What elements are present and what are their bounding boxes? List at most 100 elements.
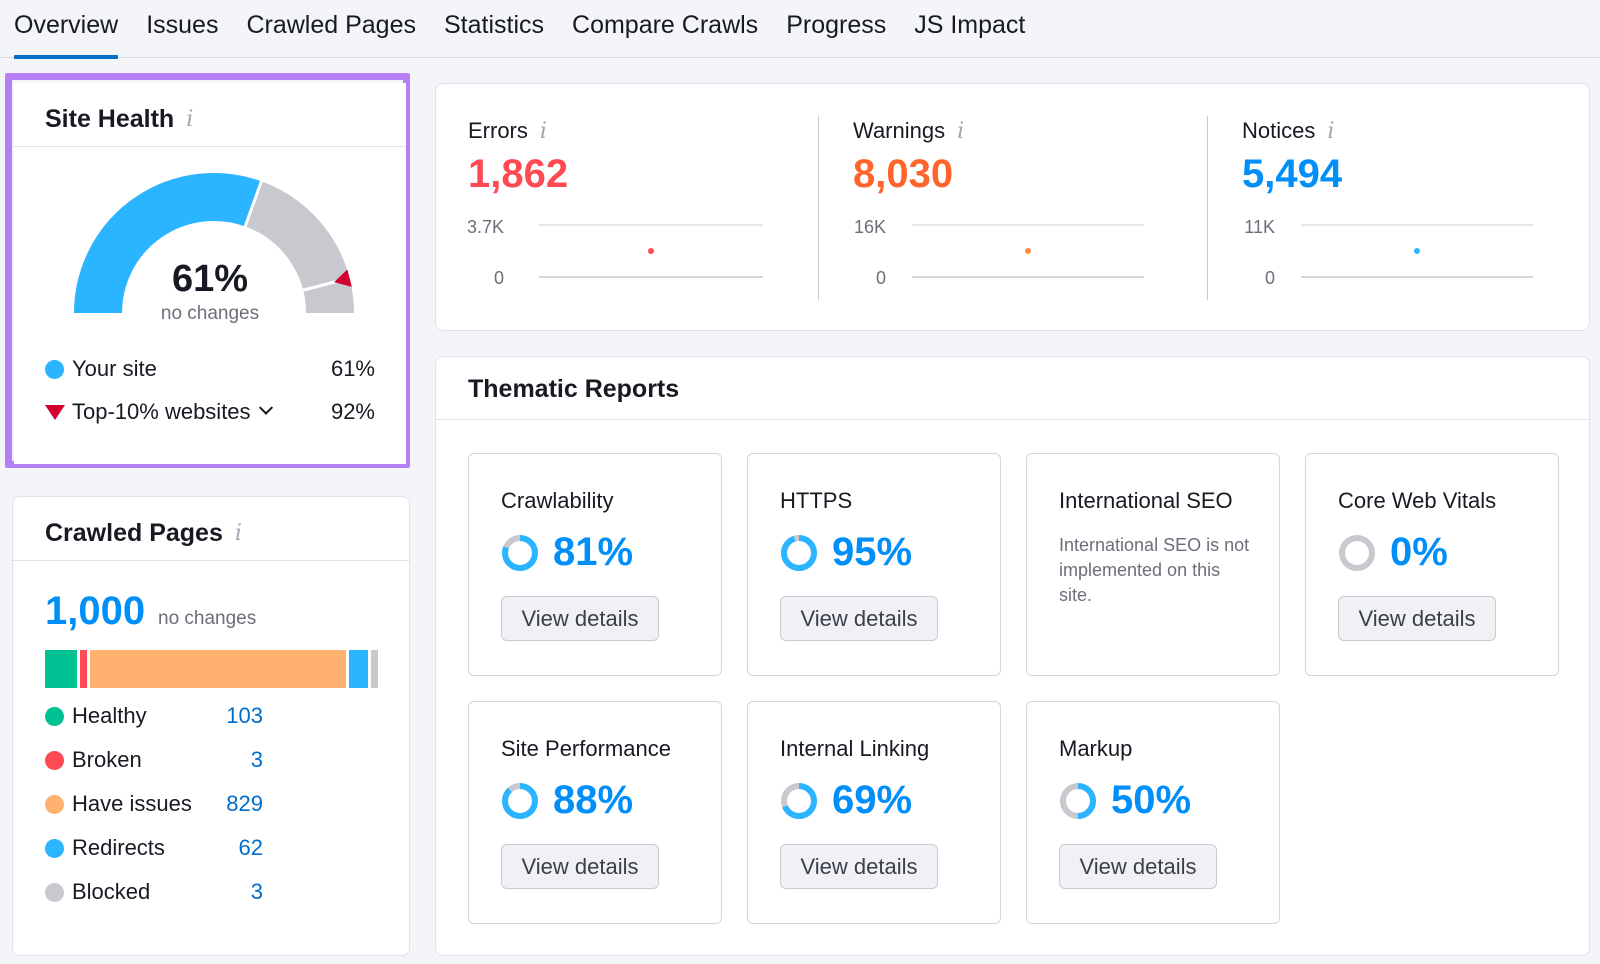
warnings-label: Warnings [853,118,946,143]
bar-segment-healthy[interactable] [45,650,77,688]
gray-dot-icon [45,882,64,902]
tab-statistics[interactable]: Statistics [444,0,544,58]
info-icon[interactable]: i [957,119,964,144]
crawled-pages-subtitle: no changes [158,608,257,629]
report-name: HTTPS [780,488,853,513]
site-health-value: 61% [171,258,249,300]
tab-issues[interactable]: Issues [146,0,218,58]
report-crawlability: Crawlability 81% View details [468,453,722,676]
crawled-pages-total[interactable]: 1,000 [45,589,145,634]
sparkline-point [1025,248,1031,254]
tab-progress[interactable]: Progress [786,0,886,58]
report-note: International SEO is not implemented on … [1059,535,1250,605]
errors-label: Errors [468,118,528,143]
score-ring-icon [1339,534,1375,571]
sparkline-max-label: 16K [853,217,886,237]
status-count[interactable]: 62 [239,835,263,861]
sparkline-min-label: 0 [1264,268,1275,288]
errors-sparkline [539,224,763,278]
view-details-button[interactable]: View details [501,596,659,641]
status-label: Healthy [72,703,147,728]
status-label: Redirects [72,835,165,860]
status-count[interactable]: 3 [251,747,263,773]
nav-tabs: Overview Issues Crawled Pages Statistics… [0,0,1600,59]
view-details-button[interactable]: View details [501,844,659,889]
site-health-title: Site Health [45,104,175,133]
errors-value[interactable]: 1,862 [468,152,568,197]
site-health-card: Site Health i 61% no changes Your site 6… [14,83,406,464]
sparkline-min-label: 0 [493,268,504,288]
view-details-button[interactable]: View details [780,844,938,889]
report-name: International SEO [1059,488,1233,513]
legend-top10: Top-10% websites 92% [45,399,375,425]
legend-label: Your site [72,356,157,381]
bar-segment-have-issues[interactable] [89,650,347,688]
crawled-pages-bar [45,650,378,688]
report-name: Crawlability [501,488,614,513]
info-icon[interactable]: i [1327,119,1334,144]
ring-fill [502,782,538,819]
report-name: Markup [1059,736,1133,761]
divider [436,419,1589,420]
notices-label: Notices [1242,118,1316,143]
report-score: 0% [1390,530,1448,574]
status-row-healthy: Healthy 103 [45,703,263,729]
report-score: 69% [832,778,913,822]
bar-segment-blocked[interactable] [371,650,378,688]
tab-compare-crawls[interactable]: Compare Crawls [572,0,758,58]
score-ring-icon [781,534,817,571]
report-name: Site Performance [501,736,671,761]
status-row-redirects: Redirects 62 [45,835,263,861]
status-count[interactable]: 3 [251,879,263,905]
report-site-performance: Site Performance 88% View details [468,701,722,924]
notices-value[interactable]: 5,494 [1242,152,1342,197]
report-score: 81% [553,530,634,574]
ring-track [1339,534,1375,571]
chevron-down-icon [258,400,273,415]
crawled-pages-card: Crawled Pages i 1,000 no changes Healthy… [12,496,410,956]
sparkline-point [1414,248,1420,254]
report-score: 88% [553,778,634,822]
info-icon[interactable]: i [186,107,193,132]
warnings-section: Warnings i 8,030 16K 0 [818,84,1178,332]
red-dot-icon [45,750,64,770]
tab-overview[interactable]: Overview [14,0,119,59]
tab-crawled-pages[interactable]: Crawled Pages [246,0,416,58]
thematic-reports-card: Thematic Reports Crawlability 81% View d… [435,356,1590,956]
bar-segment-redirects[interactable] [349,650,369,688]
errors-section: Errors i 1,862 3.7K 0 [436,84,796,332]
warnings-value[interactable]: 8,030 [853,152,953,197]
legend-label: Top-10% websites [72,399,251,424]
view-details-button[interactable]: View details [780,596,938,641]
status-count[interactable]: 103 [226,703,263,729]
sparkline-max-label: 3.7K [466,217,504,237]
view-details-button[interactable]: View details [1338,596,1496,641]
notices-section: Notices i 5,494 11K 0 [1207,84,1567,332]
bar-segment-broken[interactable] [79,650,87,688]
notices-sparkline [1301,224,1533,278]
score-ring-icon [502,534,538,571]
score-ring-icon [781,782,817,819]
report-internal-linking: Internal Linking 69% View details [747,701,1001,924]
top10-dropdown[interactable]: Top-10% websites [72,399,273,425]
blue-dot-icon [45,838,64,858]
status-count[interactable]: 829 [226,791,263,817]
tab-js-impact[interactable]: JS Impact [914,0,1025,58]
info-icon[interactable]: i [540,119,547,144]
orange-dot-icon [45,794,64,814]
status-label: Have issues [72,791,192,816]
report-https: HTTPS 95% View details [747,453,1001,676]
green-dot-icon [45,706,64,726]
legend-value: 92% [330,399,375,424]
site-health-subtitle: no changes [160,303,260,324]
status-row-blocked: Blocked 3 [45,879,263,905]
report-core-web-vitals: Core Web Vitals 0% View details [1305,453,1559,676]
info-icon[interactable]: i [235,521,242,546]
status-label: Blocked [72,879,151,904]
crawled-pages-title: Crawled Pages [45,518,223,547]
report-markup: Markup 50% View details [1026,701,1280,924]
legend-your-site: Your site 61% [45,356,375,382]
divider [13,560,409,561]
view-details-button[interactable]: View details [1059,844,1217,889]
blue-dot-icon [45,359,64,379]
